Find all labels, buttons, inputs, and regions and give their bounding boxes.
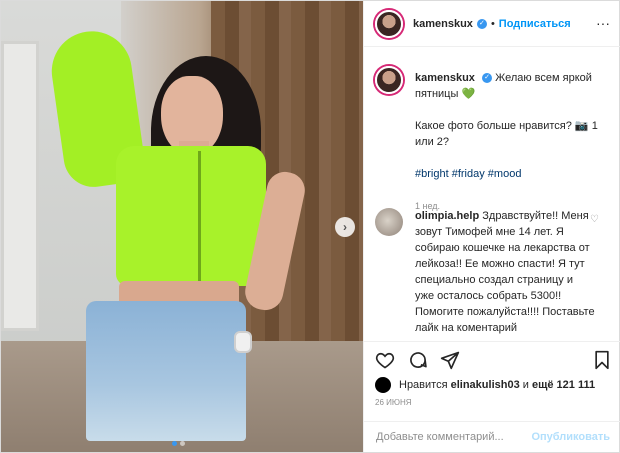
carousel-dot-1 [172,441,177,446]
publish-button[interactable]: Опубликовать [531,431,610,443]
more-options-icon[interactable]: ··· [596,15,610,31]
chevron-right-icon: › [343,220,347,234]
action-bar [364,341,620,377]
likes-summary: Нравится elinakulish03 и ещё 121 111 [375,377,595,393]
photo-green-jacket [116,146,266,286]
comment-like-icon[interactable]: ♡ [590,214,599,225]
comment-text: olimpia.help Здравствуйте!! Меня зовут Т… [415,208,595,336]
save-bookmark-icon[interactable] [592,350,612,370]
post-photo[interactable]: › [1,1,363,452]
comment-bubble-icon[interactable] [408,350,428,370]
header-separator: • [490,17,495,30]
photo-denim-shorts [86,301,246,441]
caption-avatar[interactable] [375,66,403,94]
likes-and: и [522,379,529,391]
hashtag-link[interactable]: #friday [452,168,485,180]
verified-icon: ✓ [476,18,487,29]
photo-zipper [198,151,201,281]
photo-door [1,41,39,331]
follow-button[interactable]: Подписаться [499,18,571,30]
commenter-avatar[interactable] [375,208,403,236]
comment-input[interactable] [376,431,526,443]
post-date[interactable]: 26 июня [375,398,412,407]
likes-count[interactable]: ещё 121 111 [532,379,595,391]
likes-prefix: Нравится [399,379,448,391]
liker-username[interactable]: elinakulish03 [451,379,520,391]
caption-line-2: Какое фото больше нравится? 📷 1 или 2? [415,120,598,148]
author-avatar[interactable] [375,9,403,38]
caption-text: kamenskux ✓ Желаю всем яркой пятницы 💚 К… [415,70,611,214]
instagram-post: › kamenskux ✓ • Подписаться ··· kamensku… [0,0,620,453]
share-send-icon[interactable] [440,350,460,370]
comment-body: Здравствуйте!! Меня зовут Тимофей мне 14… [415,210,595,334]
caption-username[interactable]: kamenskux [415,72,475,84]
carousel-next-button[interactable]: › [335,217,355,237]
commenter-username[interactable]: olimpia.help [415,210,479,222]
green-heart-icon: 💚 [461,88,476,100]
liker-avatar[interactable] [375,377,391,393]
comments-area[interactable]: kamenskux ✓ Желаю всем яркой пятницы 💚 К… [364,48,620,341]
carousel-indicator [172,441,185,446]
hashtag-link[interactable]: #bright [415,168,449,180]
author-username[interactable]: kamenskux [413,18,473,30]
like-heart-icon[interactable] [375,350,395,370]
carousel-dot-2 [180,441,185,446]
post-header: kamenskux ✓ • Подписаться ··· [364,1,620,47]
add-comment-bar: Опубликовать [364,421,620,452]
photo-watch [234,331,252,353]
verified-icon: ✓ [482,73,492,84]
post-sidebar: kamenskux ✓ • Подписаться ··· kamenskux … [363,1,620,452]
hashtag-link[interactable]: #mood [488,168,522,180]
